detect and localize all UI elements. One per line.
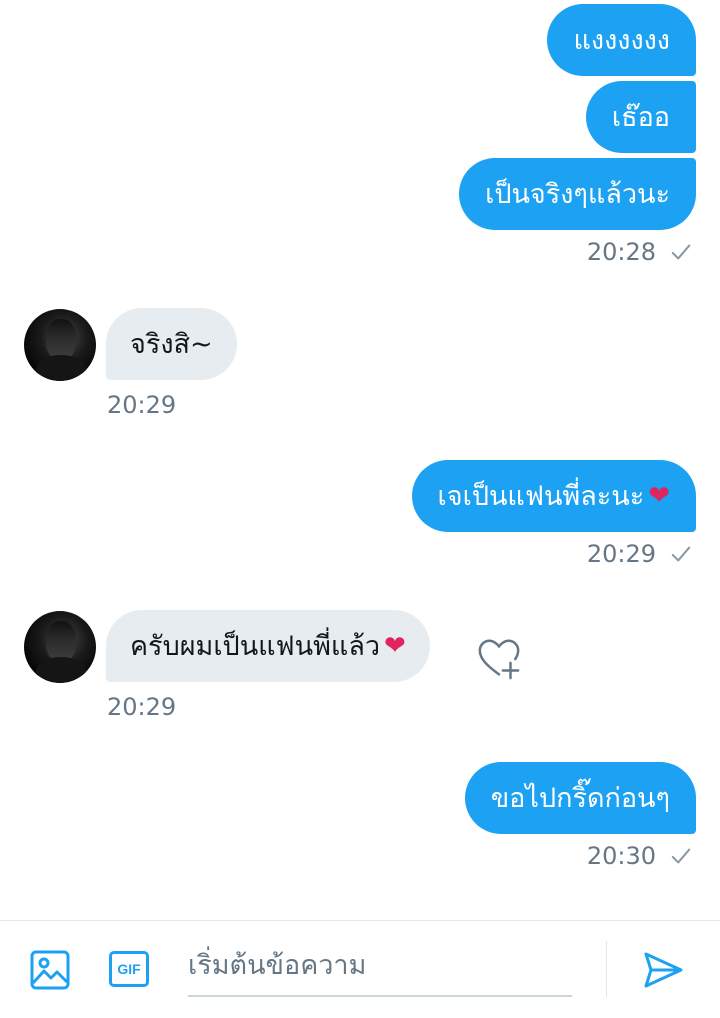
avatar[interactable]: [24, 611, 96, 683]
message-text: เป็นจริงๆแล้วนะ: [485, 178, 670, 210]
message-timestamp: 20:30: [587, 842, 692, 870]
image-icon[interactable]: [29, 949, 71, 991]
message-text: แงงงงงง: [573, 24, 670, 56]
message-text: เธ๊ออ: [611, 101, 670, 133]
message-text: จริงสิ~: [130, 328, 213, 360]
conversation-thread: แงงงงงง เธ๊ออ เป็นจริงๆแล้วนะ 20:28 จริง…: [0, 0, 720, 920]
message-timestamp: 20:28: [587, 238, 692, 266]
message-bubble-incoming[interactable]: ครับผมเป็นแฟนพี่แล้ว ❤: [106, 610, 430, 682]
heart-plus-icon[interactable]: [476, 636, 522, 682]
heart-emoji: ❤: [648, 481, 670, 511]
message-timestamp: 20:29: [587, 540, 692, 568]
message-timestamp: 20:29: [107, 693, 177, 721]
message-text: เจเป็นแฟนพี่ละนะ: [437, 480, 645, 512]
gif-label: GIF: [117, 961, 141, 977]
message-text: ครับผมเป็นแฟนพี่แล้ว: [130, 630, 381, 662]
gif-button[interactable]: GIF: [109, 951, 149, 987]
divider: [606, 941, 607, 997]
message-composer: GIF: [0, 920, 720, 1018]
checkmark-icon: [671, 848, 691, 864]
message-bubble-outgoing[interactable]: เป็นจริงๆแล้วนะ: [459, 158, 696, 230]
message-bubble-outgoing[interactable]: แงงงงงง: [547, 4, 696, 76]
checkmark-icon: [671, 244, 691, 260]
send-icon[interactable]: [642, 949, 684, 991]
heart-emoji: ❤: [384, 631, 406, 661]
avatar[interactable]: [24, 309, 96, 381]
message-bubble-outgoing[interactable]: เธ๊ออ: [585, 81, 696, 153]
message-timestamp: 20:29: [107, 391, 177, 419]
message-bubble-outgoing[interactable]: เจเป็นแฟนพี่ละนะ ❤: [411, 460, 696, 532]
message-input[interactable]: [188, 943, 572, 997]
checkmark-icon: [671, 546, 691, 562]
message-text: ขอไปกริ๊ดก่อนๆ: [490, 782, 670, 814]
message-bubble-outgoing[interactable]: ขอไปกริ๊ดก่อนๆ: [464, 762, 696, 834]
message-bubble-incoming[interactable]: จริงสิ~: [106, 308, 237, 380]
